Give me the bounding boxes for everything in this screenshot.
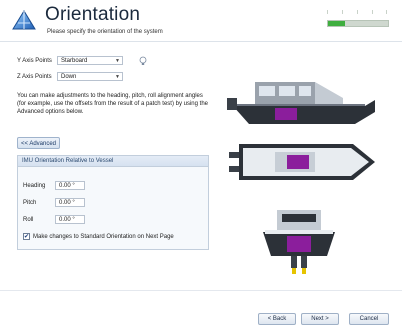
wizard-progress-bar [327, 20, 389, 27]
advanced-toggle-button[interactable]: << Advanced [17, 137, 60, 149]
compass-logo-icon [12, 10, 36, 30]
wizard-footer [0, 291, 402, 329]
orientation-wizard-page: Orientation Please specify the orientati… [0, 0, 402, 329]
y-axis-select-value: Starboard [61, 58, 88, 64]
z-axis-select[interactable]: Down ▼ [57, 72, 123, 81]
help-lightbulb-icon[interactable] [138, 56, 148, 66]
y-axis-label: Y Axis Points [17, 58, 52, 64]
checkmark-icon: ✔ [24, 234, 30, 240]
vessel-rear-view [263, 210, 335, 274]
back-button[interactable]: < Back [258, 313, 296, 325]
vessel-orientation-illustration [215, 60, 385, 288]
imu-box-top [287, 155, 309, 169]
cancel-button[interactable]: Cancel [349, 313, 389, 325]
imu-panel-title: IMU Orientation Relative to Vessel [18, 156, 208, 167]
next-button[interactable]: Next > [301, 313, 339, 325]
heading-input[interactable]: 0.00 ° [55, 181, 85, 190]
y-axis-select[interactable]: Starboard ▼ [57, 56, 123, 65]
description-text: You can make adjustments to the heading,… [17, 93, 208, 115]
roll-input[interactable]: 0.00 ° [55, 215, 85, 224]
pitch-label: Pitch [23, 200, 37, 206]
imu-orientation-panel: IMU Orientation Relative to Vessel Headi… [17, 155, 209, 250]
apply-standard-orientation-checkbox[interactable]: ✔ [23, 233, 30, 240]
apply-standard-orientation-label: Make changes to Standard Orientation on … [33, 234, 174, 240]
progress-ticks [327, 10, 387, 14]
page-subtitle: Please specify the orientation of the sy… [47, 29, 163, 35]
z-axis-label: Z Axis Points [17, 74, 52, 80]
header-divider [0, 41, 402, 42]
page-title: Orientation [45, 4, 141, 25]
vessel-top-view [229, 144, 375, 180]
roll-label: Roll [23, 217, 34, 223]
pitch-input[interactable]: 0.00 ° [55, 198, 85, 207]
lightbulb-icon [139, 56, 147, 65]
heading-label: Heading [23, 183, 46, 189]
imu-box-side [275, 108, 297, 120]
chevron-down-icon: ▼ [115, 74, 120, 80]
wizard-header: Orientation Please specify the orientati… [0, 0, 402, 40]
wizard-progress-fill [328, 21, 345, 26]
z-axis-select-value: Down [61, 74, 77, 80]
chevron-down-icon: ▼ [115, 58, 120, 64]
imu-box-rear [287, 236, 311, 252]
vessel-side-view [227, 82, 375, 124]
